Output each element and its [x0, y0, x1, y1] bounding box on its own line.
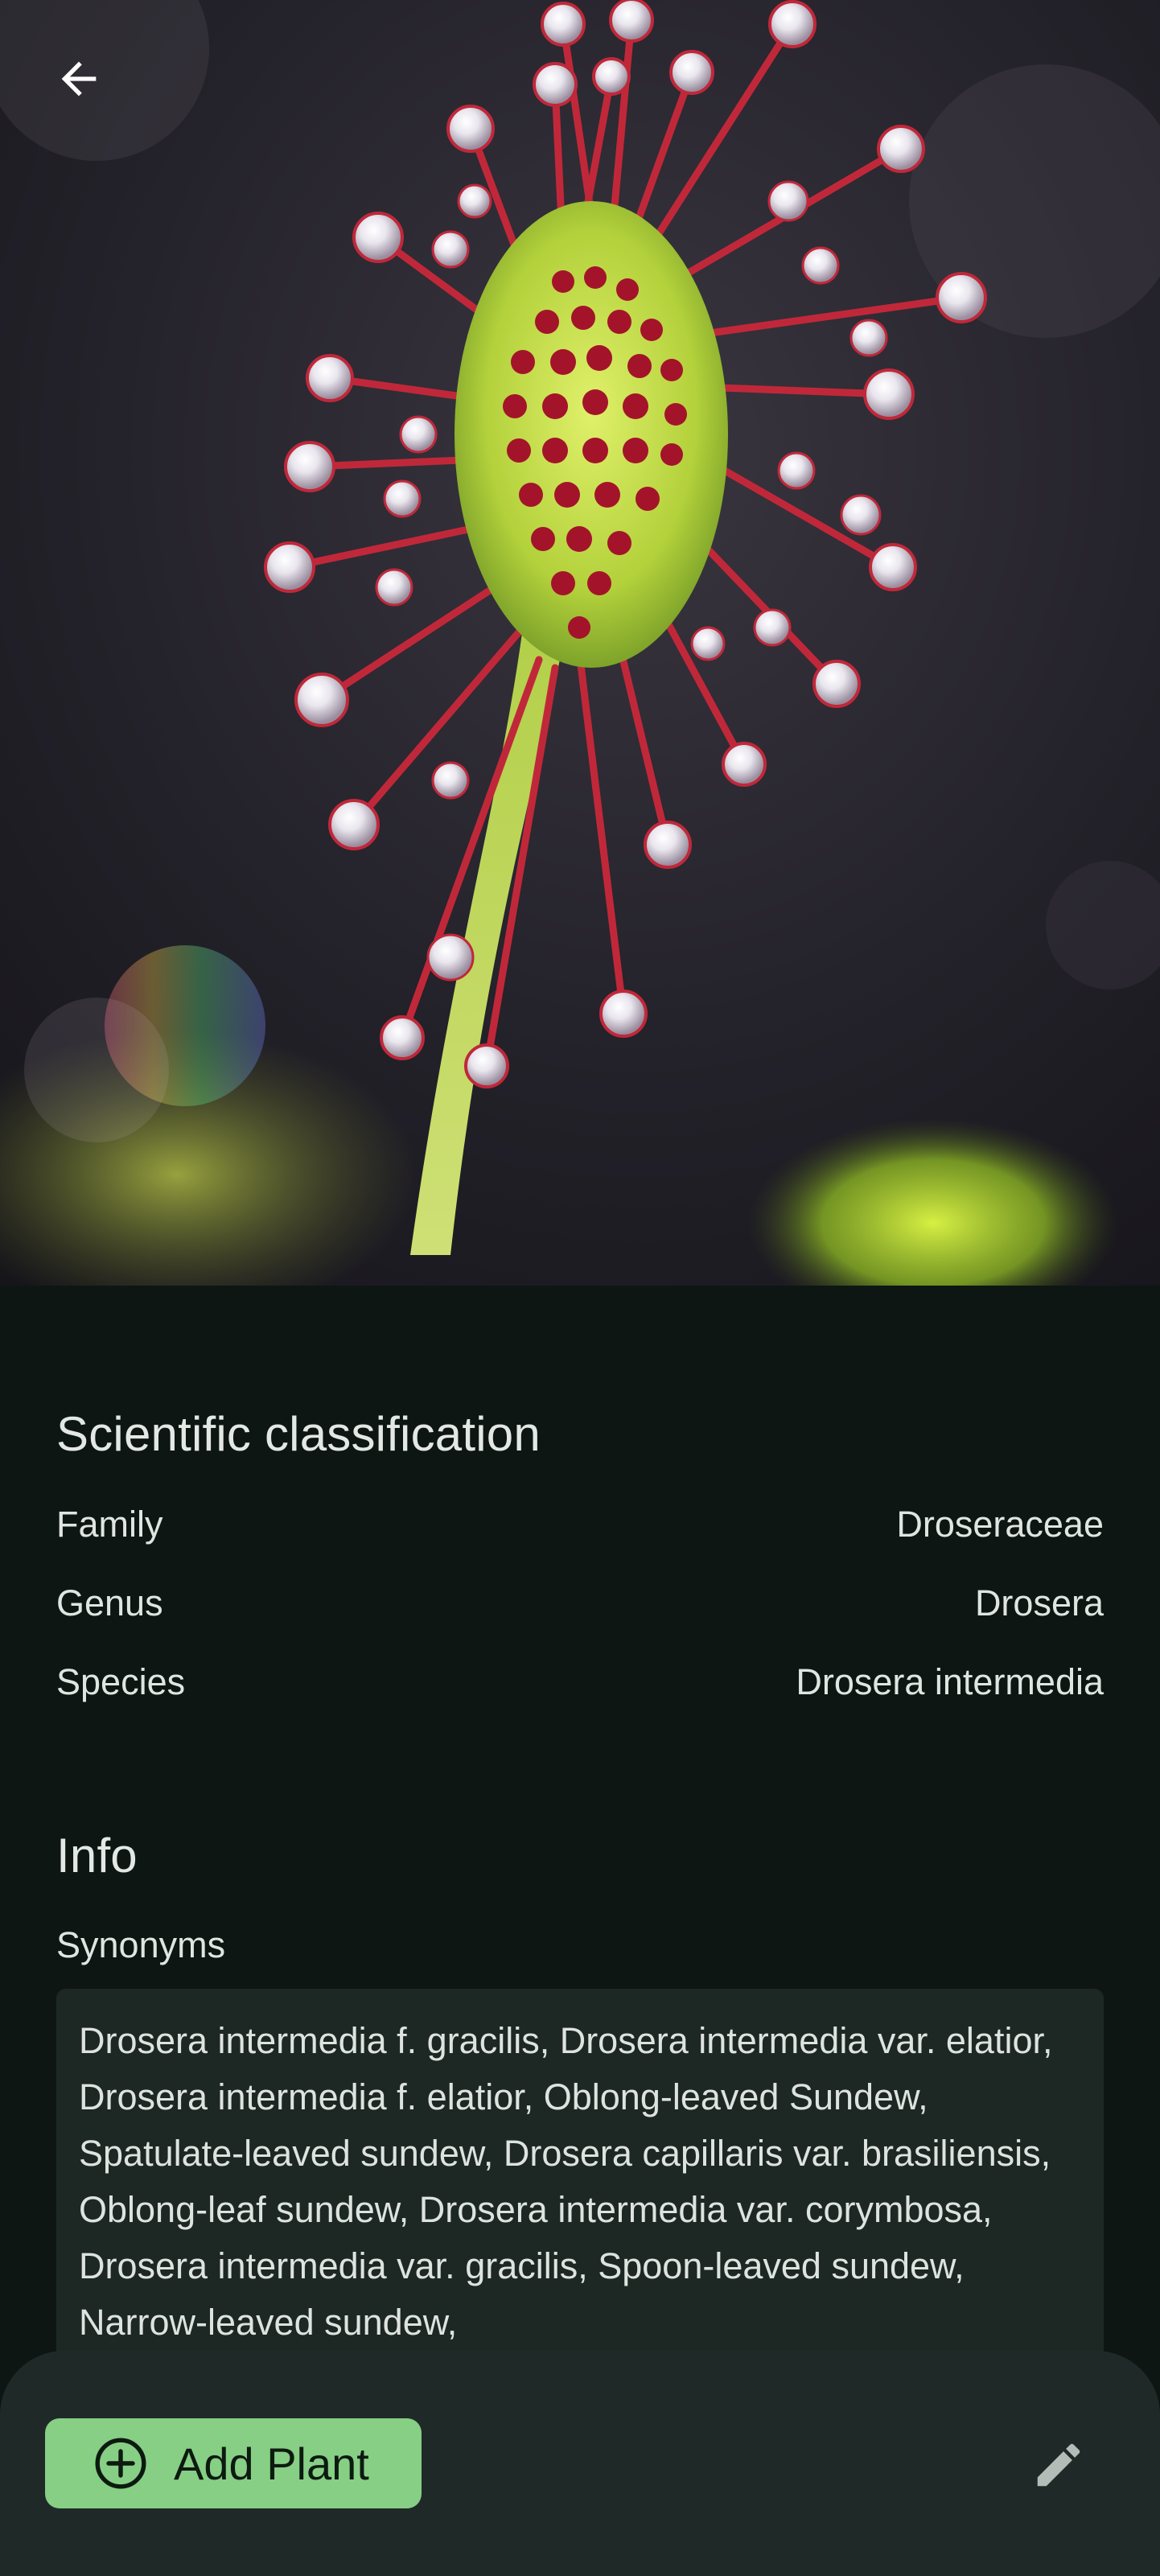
arrow-left-icon	[61, 61, 97, 97]
synonyms-label: Synonyms	[56, 1924, 226, 1965]
plus-circle-icon	[92, 2434, 150, 2492]
bottom-action-bar: Add Plant	[0, 2351, 1160, 2576]
species-row: Species Drosera intermedia	[56, 1654, 1104, 1710]
family-row: Family Droseraceae	[56, 1496, 1104, 1553]
info-title: Info	[56, 1829, 138, 1883]
plant-detail-screen: Scientific classification Family Drosera…	[0, 0, 1160, 2576]
family-label: Family	[56, 1504, 163, 1545]
plant-photo	[0, 0, 1160, 1286]
classification-title: Scientific classification	[56, 1407, 541, 1461]
add-plant-label: Add Plant	[174, 2438, 369, 2489]
family-value: Droseraceae	[896, 1504, 1104, 1545]
sundew-illustration	[0, 0, 1160, 1286]
add-plant-button[interactable]: Add Plant	[45, 2418, 422, 2508]
species-value: Drosera intermedia	[796, 1661, 1104, 1702]
species-label: Species	[56, 1661, 186, 1702]
pencil-icon	[1037, 2443, 1080, 2487]
genus-label: Genus	[56, 1582, 163, 1623]
edit-button[interactable]	[1022, 2428, 1096, 2502]
genus-value: Drosera	[974, 1582, 1104, 1623]
back-button[interactable]	[40, 40, 117, 117]
genus-row: Genus Drosera	[56, 1575, 1104, 1632]
